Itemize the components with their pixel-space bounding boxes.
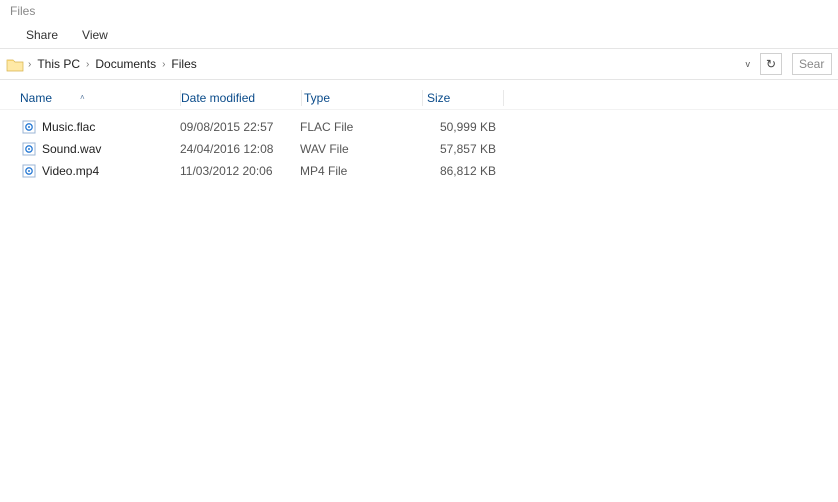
file-type: FLAC File (300, 120, 420, 134)
file-date: 11/03/2012 20:06 (180, 164, 300, 178)
breadcrumb-item-thispc[interactable]: This PC (35, 56, 82, 72)
address-dropdown-button[interactable]: v (740, 55, 757, 73)
breadcrumb-item-documents[interactable]: Documents (93, 56, 158, 72)
header-name-label: Name (20, 91, 52, 105)
header-type[interactable]: Type (302, 91, 422, 105)
file-size: 86,812 KB (420, 164, 500, 178)
chevron-right-icon[interactable]: › (82, 59, 93, 70)
window-title: Files (0, 0, 838, 24)
tab-share[interactable]: Share (26, 28, 58, 42)
breadcrumb[interactable]: › This PC › Documents › Files (6, 56, 734, 72)
search-input[interactable]: Sear (792, 53, 832, 75)
file-size: 50,999 KB (420, 120, 500, 134)
sort-asc-icon: ˄ (80, 93, 85, 102)
refresh-icon: ↻ (766, 57, 776, 71)
file-name: Music.flac (42, 120, 95, 134)
file-list: Music.flac 09/08/2015 22:57 FLAC File 50… (0, 110, 838, 182)
table-row[interactable]: Video.mp4 11/03/2012 20:06 MP4 File 86,8… (0, 160, 838, 182)
chevron-right-icon[interactable]: › (24, 59, 35, 70)
file-name: Sound.wav (42, 142, 101, 156)
file-type: MP4 File (300, 164, 420, 178)
search-placeholder: Sear (799, 57, 824, 71)
column-separator[interactable] (503, 90, 504, 106)
refresh-button[interactable]: ↻ (760, 53, 782, 75)
chevron-right-icon[interactable]: › (158, 59, 169, 70)
addr-divider (0, 79, 838, 80)
breadcrumb-item-files[interactable]: Files (169, 56, 198, 72)
header-date[interactable]: Date modified (181, 91, 301, 105)
media-file-icon (22, 120, 36, 134)
tab-view[interactable]: View (82, 28, 108, 42)
address-bar-row: › This PC › Documents › Files v ↻ Sear (0, 49, 838, 79)
column-headers: Name ˄ Date modified Type Size (0, 86, 838, 110)
header-name[interactable]: Name ˄ (0, 91, 180, 105)
folder-icon (6, 57, 24, 72)
file-name: Video.mp4 (42, 164, 99, 178)
header-size[interactable]: Size (423, 91, 503, 105)
ribbon-tabs: Share View (0, 24, 838, 48)
media-file-icon (22, 142, 36, 156)
file-date: 09/08/2015 22:57 (180, 120, 300, 134)
media-file-icon (22, 164, 36, 178)
table-row[interactable]: Sound.wav 24/04/2016 12:08 WAV File 57,8… (0, 138, 838, 160)
table-row[interactable]: Music.flac 09/08/2015 22:57 FLAC File 50… (0, 116, 838, 138)
file-type: WAV File (300, 142, 420, 156)
file-size: 57,857 KB (420, 142, 500, 156)
file-date: 24/04/2016 12:08 (180, 142, 300, 156)
